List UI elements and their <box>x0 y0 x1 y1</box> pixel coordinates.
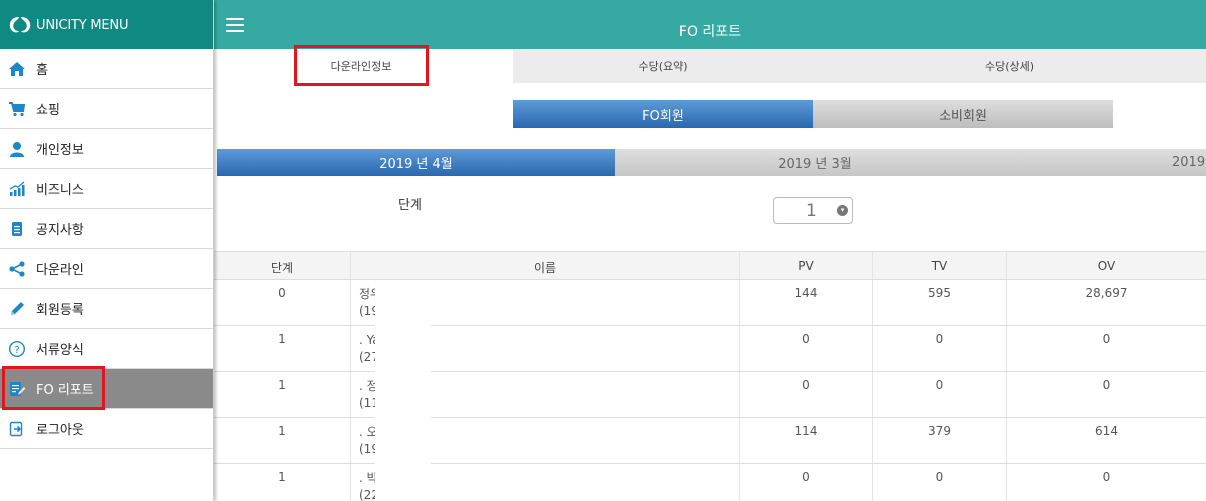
cell-level: 1 <box>214 418 351 463</box>
month-tab-current[interactable]: 2019 년 4월 <box>217 149 615 176</box>
cell-pv: 0 <box>740 464 873 501</box>
sidebar-item-label: 개인정보 <box>36 143 84 158</box>
month-tab-next[interactable]: 2019 <box>1172 149 1206 176</box>
tab-downline-info[interactable]: 다운라인정보 <box>294 50 428 82</box>
sidebar-item-logout[interactable]: 로그아웃 <box>0 409 213 449</box>
dropdown-icon[interactable]: ▾ <box>837 205 848 216</box>
sidebar-item-label: 회원등록 <box>36 303 84 318</box>
table-row[interactable]: 1 . 오 (19 114 379 614 <box>214 418 1206 464</box>
sidebar-title: UNICITY MENU <box>36 18 129 33</box>
cell-tv: 0 <box>873 372 1007 417</box>
month-tab-previous[interactable]: 2019 년 3월 <box>615 149 1015 176</box>
sidebar-header: UNICITY MENU <box>0 0 213 49</box>
cell-tv: 0 <box>873 326 1007 371</box>
person-icon <box>8 140 26 158</box>
cell-ov: 0 <box>1102 378 1111 392</box>
sidebar-item-forms[interactable]: ? 서류양식 <box>0 329 213 369</box>
cell-pv: 0 <box>740 372 873 417</box>
col-header-ov: OV <box>1097 259 1116 273</box>
sidebar-item-business[interactable]: 비즈니스 <box>0 169 213 209</box>
sidebar-item-shopping[interactable]: 쇼핑 <box>0 89 213 129</box>
sidebar-item-register[interactable]: 회원등록 <box>0 289 213 329</box>
table-header-row: 단계 이름 PV TV OV <box>214 251 1206 280</box>
level-label: 단계 <box>398 198 422 213</box>
share-icon <box>8 260 26 278</box>
cart-icon <box>8 100 26 118</box>
downline-table: 단계 이름 PV TV OV 0 정우 (19 144 595 28,697 1 … <box>214 251 1206 501</box>
cell-pv: 144 <box>740 280 873 325</box>
sidebar-item-fo-report[interactable]: FO 리포트 <box>0 369 213 409</box>
table-row[interactable]: 1 . Ya (27 0 0 0 <box>214 326 1206 372</box>
report-icon <box>8 380 26 398</box>
cell-level: 0 <box>214 280 351 325</box>
col-header-tv: TV <box>873 252 1007 279</box>
table-row[interactable]: 0 정우 (19 144 595 28,697 <box>214 280 1206 326</box>
logout-icon <box>8 420 26 438</box>
tab-allowance-detail[interactable]: 수당(상세) <box>813 49 1206 83</box>
level-stepper[interactable]: 1 ▾ <box>773 197 853 224</box>
cell-tv: 595 <box>873 280 1007 325</box>
sidebar-item-label: 공지사항 <box>36 223 84 238</box>
cell-pv: 114 <box>740 418 873 463</box>
sidebar: UNICITY MENU 홈 쇼핑 개인정보 비즈니스 공지사항 다운라인 회원… <box>0 0 214 501</box>
sidebar-item-label: 비즈니스 <box>36 183 84 198</box>
svg-text:?: ? <box>14 345 19 356</box>
chart-icon <box>8 180 26 198</box>
notice-icon <box>8 220 26 238</box>
sidebar-item-label: 다운라인 <box>36 263 84 278</box>
level-value: 1 <box>806 200 817 221</box>
cell-tv: 379 <box>873 418 1007 463</box>
cell-pv: 0 <box>740 326 873 371</box>
sidebar-item-label: 홈 <box>36 63 48 78</box>
consumer-member-button[interactable]: 소비회원 <box>813 100 1113 128</box>
col-header-name: 이름 <box>351 252 740 279</box>
col-header-pv: PV <box>740 252 873 279</box>
question-icon: ? <box>8 340 26 358</box>
sidebar-item-label: 로그아웃 <box>36 423 84 438</box>
redaction-block <box>375 283 431 501</box>
cell-level: 1 <box>214 464 351 501</box>
month-selector: 2019 년 4월 2019 년 3월 2019 <box>217 149 1206 176</box>
sidebar-item-home[interactable]: 홈 <box>0 49 213 89</box>
app-root: UNICITY MENU 홈 쇼핑 개인정보 비즈니스 공지사항 다운라인 회원… <box>0 0 1206 501</box>
top-bar: FO 리포트 <box>214 0 1206 49</box>
member-type-toggle: FO회원 소비회원 <box>513 100 1113 128</box>
unicity-logo-icon <box>8 15 32 35</box>
sidebar-item-label: 쇼핑 <box>36 103 60 118</box>
fo-member-button[interactable]: FO회원 <box>513 100 813 128</box>
cell-level: 1 <box>214 326 351 371</box>
sidebar-item-profile[interactable]: 개인정보 <box>0 129 213 169</box>
pencil-icon <box>8 300 26 318</box>
table-row[interactable]: 1 . 박 (22 0 0 0 <box>214 464 1206 501</box>
cell-level: 1 <box>214 372 351 417</box>
sidebar-item-notice[interactable]: 공지사항 <box>0 209 213 249</box>
cell-tv: 0 <box>873 464 1007 501</box>
page-title: FO 리포트 <box>678 24 742 40</box>
report-tabs: 다운라인정보 수당(요약) 수당(상세) <box>214 49 1206 83</box>
tab-allowance-summary[interactable]: 수당(요약) <box>513 49 813 83</box>
table-row[interactable]: 1 . 정 (11 0 0 0 <box>214 372 1206 418</box>
col-header-level: 단계 <box>214 252 351 279</box>
cell-ov: 28,697 <box>1085 286 1128 300</box>
sidebar-item-label: 서류양식 <box>36 343 84 358</box>
cell-ov: 614 <box>1095 424 1118 438</box>
cell-ov: 0 <box>1102 332 1111 346</box>
sidebar-item-label: FO 리포트 <box>36 383 94 398</box>
sidebar-item-downline[interactable]: 다운라인 <box>0 249 213 289</box>
home-icon <box>8 60 26 78</box>
cell-ov: 0 <box>1102 470 1111 484</box>
